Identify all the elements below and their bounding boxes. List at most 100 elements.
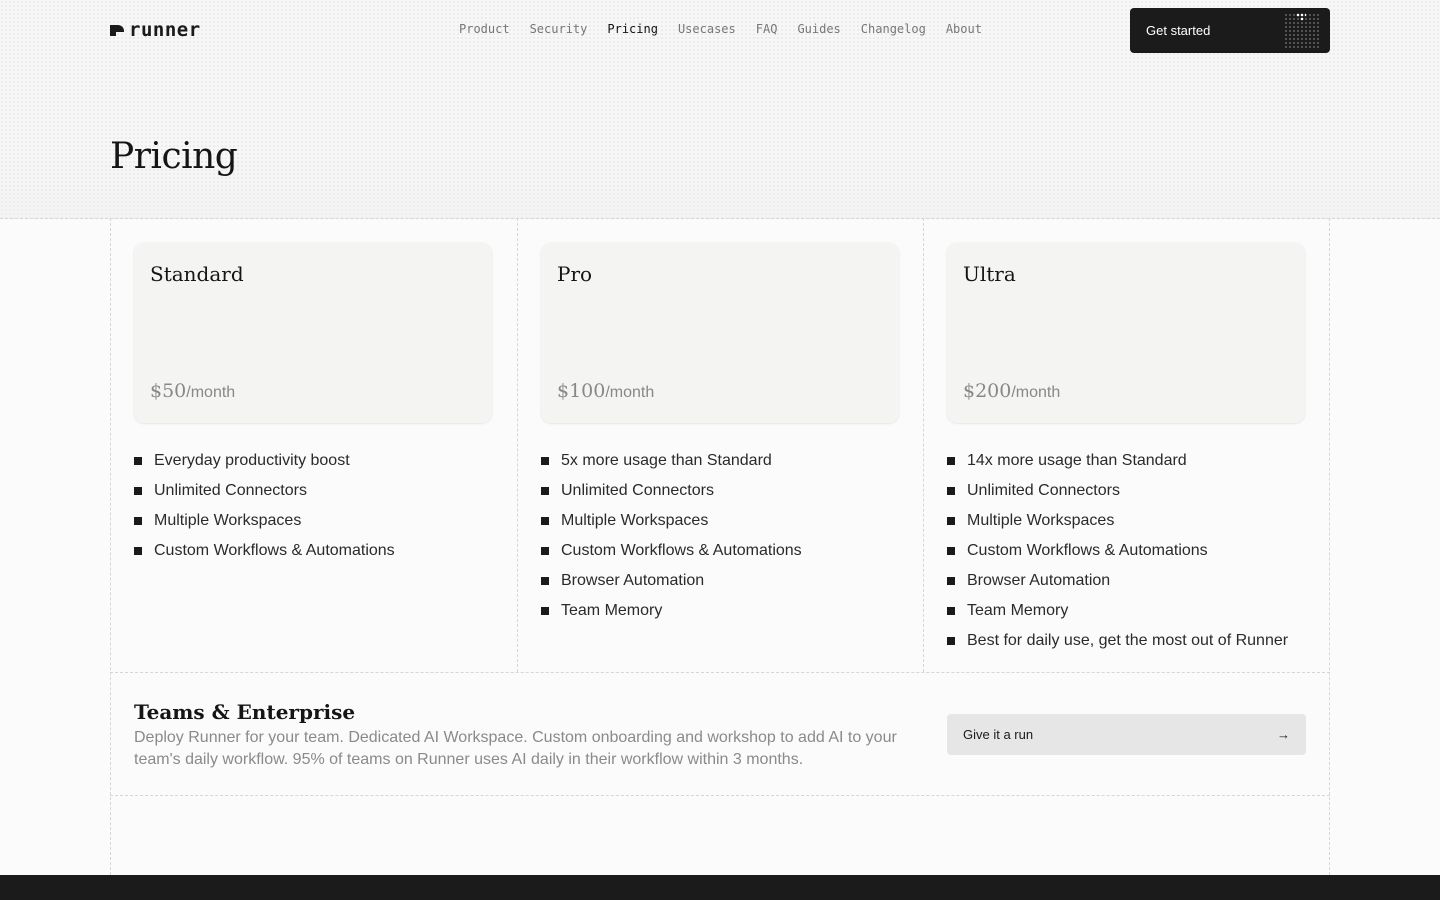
divider bbox=[110, 795, 1330, 796]
square-bullet-icon bbox=[541, 547, 549, 555]
logo-text: runner bbox=[129, 19, 201, 41]
feature-text: 5x more usage than Standard bbox=[561, 452, 772, 469]
square-bullet-icon bbox=[541, 577, 549, 585]
square-bullet-icon bbox=[947, 547, 955, 555]
feature-item: Multiple Workspaces bbox=[134, 506, 492, 536]
feature-text: Multiple Workspaces bbox=[561, 512, 709, 529]
price-amount: $50 bbox=[150, 380, 187, 402]
feature-text: Custom Workflows & Automations bbox=[154, 542, 395, 559]
feature-item: Browser Automation bbox=[541, 566, 899, 596]
feature-item: Unlimited Connectors bbox=[947, 476, 1305, 506]
square-bullet-icon bbox=[947, 637, 955, 645]
plan-card[interactable]: Ultra $200/month bbox=[947, 243, 1305, 423]
nav-link-usecases[interactable]: Usecases bbox=[678, 22, 736, 36]
plan-card[interactable]: Pro $100/month bbox=[541, 243, 899, 423]
give-it-a-run-button[interactable]: Give it a run → bbox=[947, 714, 1306, 755]
feature-item: Unlimited Connectors bbox=[541, 476, 899, 506]
price-amount: $100 bbox=[557, 380, 606, 402]
price-amount: $200 bbox=[963, 380, 1012, 402]
runner-logo[interactable]: runner bbox=[110, 19, 201, 41]
nav-link-pricing[interactable]: Pricing bbox=[607, 22, 658, 36]
feature-text: Custom Workflows & Automations bbox=[561, 542, 802, 559]
feature-item: Multiple Workspaces bbox=[541, 506, 899, 536]
divider bbox=[517, 218, 518, 672]
nav-link-changelog[interactable]: Changelog bbox=[861, 22, 926, 36]
feature-item: Everyday productivity boost bbox=[134, 446, 492, 476]
feature-item: Custom Workflows & Automations bbox=[134, 536, 492, 566]
square-bullet-icon bbox=[134, 547, 142, 555]
feature-text: Multiple Workspaces bbox=[967, 512, 1115, 529]
feature-item: Custom Workflows & Automations bbox=[541, 536, 899, 566]
feature-text: Browser Automation bbox=[967, 572, 1111, 589]
nav-link-about[interactable]: About bbox=[946, 22, 982, 36]
square-bullet-icon bbox=[947, 457, 955, 465]
square-bullet-icon bbox=[947, 607, 955, 615]
plan-ultra: Ultra $200/month 14x more usage than Sta… bbox=[947, 243, 1305, 656]
divider bbox=[110, 218, 111, 875]
feature-item: Team Memory bbox=[541, 596, 899, 626]
nav-link-guides[interactable]: Guides bbox=[797, 22, 840, 36]
enterprise-description: Deploy Runner for your team. Dedicated A… bbox=[134, 729, 897, 768]
feature-text: Unlimited Connectors bbox=[154, 482, 307, 499]
feature-text: Everyday productivity boost bbox=[154, 452, 350, 469]
feature-list: Everyday productivity boost Unlimited Co… bbox=[134, 446, 492, 566]
enterprise-title: Teams & Enterprise bbox=[134, 700, 356, 724]
footer-bar bbox=[0, 875, 1440, 900]
plan-name: Ultra bbox=[963, 262, 1016, 286]
plan-price: $50/month bbox=[150, 380, 235, 402]
feature-text: Unlimited Connectors bbox=[561, 482, 714, 499]
arrow-right-icon: → bbox=[1277, 727, 1290, 742]
divider bbox=[923, 218, 924, 672]
dot-grid-icon bbox=[1284, 13, 1320, 48]
feature-item: Team Memory bbox=[947, 596, 1305, 626]
price-period: /month bbox=[605, 384, 655, 401]
square-bullet-icon bbox=[541, 607, 549, 615]
feature-text: Team Memory bbox=[967, 602, 1069, 619]
plan-standard: Standard $50/month Everyday productivity… bbox=[134, 243, 492, 566]
get-started-label: Get started bbox=[1146, 23, 1211, 38]
feature-item: Best for daily use, get the most out of … bbox=[947, 626, 1305, 656]
page-title: Pricing bbox=[110, 136, 238, 177]
nav-link-security[interactable]: Security bbox=[530, 22, 588, 36]
feature-item: Unlimited Connectors bbox=[134, 476, 492, 506]
divider bbox=[1329, 218, 1330, 875]
top-nav: runner Product Security Pricing Usecases… bbox=[0, 0, 1440, 60]
square-bullet-icon bbox=[947, 487, 955, 495]
get-started-button[interactable]: Get started bbox=[1130, 8, 1330, 53]
plan-price: $200/month bbox=[963, 380, 1060, 402]
price-period: /month bbox=[186, 384, 236, 401]
divider bbox=[110, 672, 1330, 673]
nav-link-faq[interactable]: FAQ bbox=[756, 22, 778, 36]
feature-text: Multiple Workspaces bbox=[154, 512, 302, 529]
square-bullet-icon bbox=[541, 517, 549, 525]
feature-list: 5x more usage than Standard Unlimited Co… bbox=[541, 446, 899, 626]
feature-text: Browser Automation bbox=[561, 572, 705, 589]
give-it-a-run-label: Give it a run bbox=[963, 727, 1034, 742]
square-bullet-icon bbox=[541, 487, 549, 495]
nav-links: Product Security Pricing Usecases FAQ Gu… bbox=[459, 22, 982, 36]
feature-item: 5x more usage than Standard bbox=[541, 446, 899, 476]
nav-link-product[interactable]: Product bbox=[459, 22, 510, 36]
feature-text: 14x more usage than Standard bbox=[967, 452, 1187, 469]
feature-item: Multiple Workspaces bbox=[947, 506, 1305, 536]
runner-logo-icon bbox=[110, 23, 125, 37]
feature-item: 14x more usage than Standard bbox=[947, 446, 1305, 476]
square-bullet-icon bbox=[947, 577, 955, 585]
plan-name: Pro bbox=[557, 262, 593, 286]
plan-name: Standard bbox=[150, 262, 244, 286]
plan-price: $100/month bbox=[557, 380, 654, 402]
divider bbox=[0, 218, 1440, 219]
square-bullet-icon bbox=[134, 487, 142, 495]
feature-list: 14x more usage than Standard Unlimited C… bbox=[947, 446, 1305, 656]
feature-text: Best for daily use, get the most out of … bbox=[967, 632, 1289, 649]
square-bullet-icon bbox=[134, 457, 142, 465]
price-period: /month bbox=[1011, 384, 1061, 401]
feature-item: Custom Workflows & Automations bbox=[947, 536, 1305, 566]
plan-card[interactable]: Standard $50/month bbox=[134, 243, 492, 423]
feature-text: Team Memory bbox=[561, 602, 663, 619]
feature-item: Browser Automation bbox=[947, 566, 1305, 596]
feature-text: Custom Workflows & Automations bbox=[967, 542, 1208, 559]
feature-text: Unlimited Connectors bbox=[967, 482, 1120, 499]
plan-pro: Pro $100/month 5x more usage than Standa… bbox=[541, 243, 899, 626]
square-bullet-icon bbox=[947, 517, 955, 525]
